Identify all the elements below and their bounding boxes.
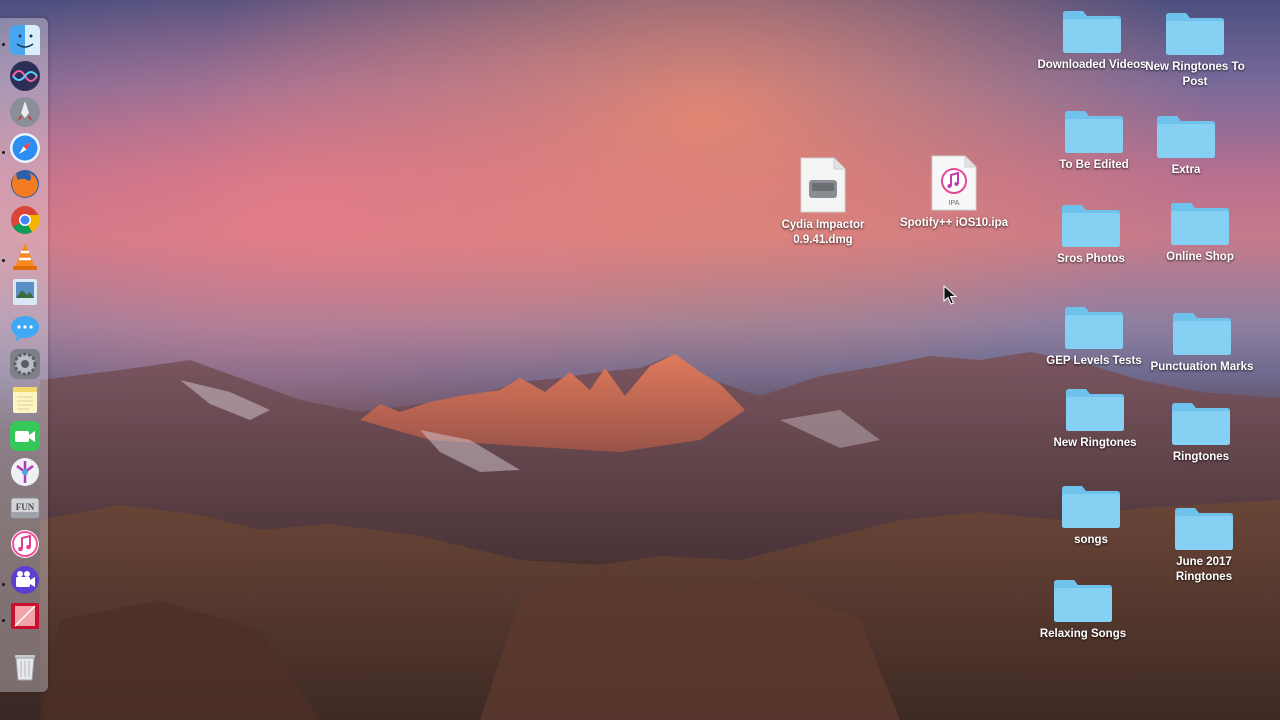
folder-icon [1173, 313, 1231, 355]
folder-icon [1063, 11, 1121, 53]
folder-icon [1157, 116, 1215, 158]
desktop-folder[interactable]: Extra [1131, 113, 1241, 178]
finder-icon [10, 25, 40, 55]
file-label: Spotify++ iOS10.ipa [899, 217, 1008, 229]
ipa-badge: IPA [949, 200, 960, 207]
folder-label: New Ringtones [1053, 437, 1137, 449]
running-indicator [2, 43, 5, 46]
messages-icon [11, 316, 39, 342]
drive-label: FUN [16, 502, 35, 512]
desktop-folder[interactable]: GEP Levels Tests [1039, 304, 1149, 369]
dock-imovie[interactable] [9, 564, 41, 596]
folder-label: Extra [1171, 164, 1201, 176]
desktop-folder[interactable]: Punctuation Marks [1147, 310, 1257, 375]
running-indicator [2, 151, 5, 154]
folder-icon [1175, 508, 1233, 550]
running-indicator [2, 583, 5, 586]
instruments-icon [11, 458, 39, 486]
folder-label: Ringtones [1172, 451, 1230, 463]
folder-icon [1065, 111, 1123, 153]
dock-instruments[interactable] [9, 456, 41, 488]
desktop-file-cydia-impactor[interactable]: Cydia Impactor 0.9.41.dmg [768, 156, 878, 248]
dock-fun-drive[interactable]: FUN [9, 492, 41, 524]
dock: FUN [0, 18, 48, 692]
dock-vlc[interactable] [9, 240, 41, 272]
disk-image-icon [800, 157, 846, 213]
desktop-folder[interactable]: Online Shop [1145, 200, 1255, 265]
dock-trash[interactable] [9, 650, 41, 682]
chrome-icon [11, 206, 40, 234]
ipa-file-icon: IPA [931, 155, 977, 211]
folder-label: June 2017 Ringtones [1175, 556, 1233, 583]
folder-icon [1171, 203, 1229, 245]
folder-label: songs [1074, 534, 1108, 546]
siri-icon [10, 61, 40, 91]
preview-icon [13, 279, 37, 305]
desktop-folder[interactable]: New Ringtones To Post [1140, 10, 1250, 90]
folder-icon [1066, 389, 1124, 431]
mouse-cursor-icon [943, 285, 957, 305]
desktop-folder[interactable]: songs [1036, 483, 1146, 548]
file-label: Cydia Impactor 0.9.41.dmg [781, 219, 865, 246]
desktop-folder[interactable]: June 2017 Ringtones [1149, 505, 1259, 585]
desktop-folder[interactable]: Relaxing Songs [1028, 577, 1138, 642]
dock-notes[interactable] [9, 384, 41, 416]
desktop-file-spotify-ipa[interactable]: IPA Spotify++ iOS10.ipa [899, 154, 1009, 231]
folder-label: Downloaded Videos [1037, 59, 1147, 71]
folder-label: Online Shop [1166, 251, 1234, 263]
folder-icon [1062, 205, 1120, 247]
photo-booth-icon [11, 603, 39, 629]
folder-icon [1172, 403, 1230, 445]
drive-icon: FUN [10, 497, 40, 519]
dock-messages[interactable] [9, 312, 41, 344]
facetime-icon [10, 421, 40, 451]
folder-icon [1065, 307, 1123, 349]
running-indicator [2, 619, 5, 622]
folder-icon [1166, 13, 1224, 55]
vlc-icon [13, 243, 37, 270]
dock-system-preferences[interactable] [9, 348, 41, 380]
running-indicator [2, 259, 5, 262]
safari-icon [10, 133, 40, 163]
dock-finder[interactable] [9, 24, 41, 56]
desktop-folder[interactable]: Downloaded Videos [1037, 8, 1147, 73]
desktop-folder[interactable]: Ringtones [1146, 400, 1256, 465]
folder-label: Relaxing Songs [1039, 628, 1127, 640]
folder-label: GEP Levels Tests [1046, 355, 1142, 367]
system-preferences-icon [10, 349, 40, 379]
imovie-icon [11, 566, 39, 594]
folder-label: New Ringtones To Post [1145, 61, 1245, 88]
dock-itunes[interactable] [9, 528, 41, 560]
dock-firefox[interactable] [9, 168, 41, 200]
dock-launchpad[interactable] [9, 96, 41, 128]
dock-chrome[interactable] [9, 204, 41, 236]
dock-siri[interactable] [9, 60, 41, 92]
folder-icon [1054, 580, 1112, 622]
dock-preview[interactable] [9, 276, 41, 308]
dock-photo-booth[interactable] [9, 600, 41, 632]
folder-label: Punctuation Marks [1150, 361, 1254, 373]
notes-icon [13, 387, 37, 413]
firefox-icon [11, 170, 39, 198]
launchpad-icon [10, 97, 40, 127]
desktop-folder[interactable]: Sros Photos [1036, 202, 1146, 267]
dock-facetime[interactable] [9, 420, 41, 452]
dock-safari[interactable] [9, 132, 41, 164]
itunes-icon [11, 530, 39, 558]
folder-label: Sros Photos [1057, 253, 1125, 265]
desktop[interactable]: FUN Cydia Impactor 0.9.41.dmg IPA Spotif… [0, 0, 1280, 720]
folder-icon [1062, 486, 1120, 528]
trash-icon [15, 655, 35, 681]
desktop-folder[interactable]: New Ringtones [1040, 386, 1150, 451]
